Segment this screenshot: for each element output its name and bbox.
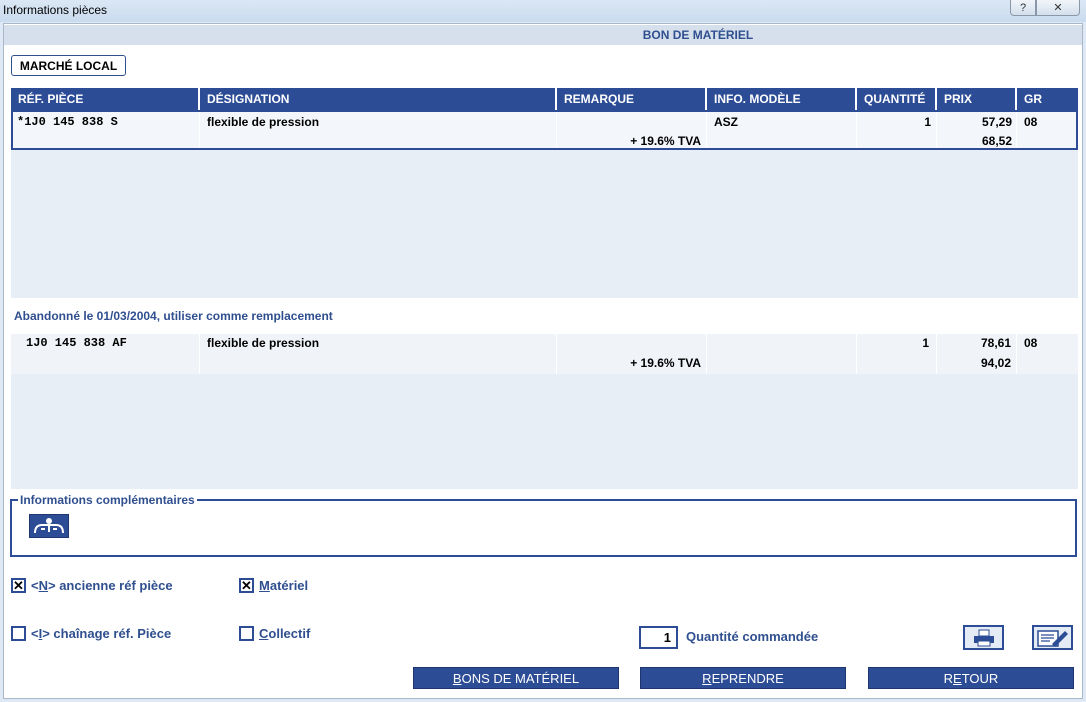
col-header-remarque[interactable]: REMARQUE	[557, 88, 707, 110]
prix-text: 78,61	[980, 336, 1011, 350]
quantity-label: Quantité commandée	[686, 629, 819, 644]
parts-list: *1J0 145 838 S flexible de pression + 19…	[11, 110, 1078, 298]
cell-remarque: + 19.6% TVA	[557, 112, 707, 148]
close-button[interactable]: ✕	[1036, 0, 1080, 16]
cell-ref: 1J0 145 838 AF	[11, 334, 200, 374]
collectif-box[interactable]	[239, 626, 254, 641]
reprendre-button[interactable]: R EPRENDRE	[640, 667, 846, 689]
collectif-checkbox[interactable]: Collectif	[239, 626, 310, 641]
grid-header: RÉF. PIÈCE DÉSIGNATION REMARQUE INFO. MO…	[11, 88, 1078, 110]
cell-prix: 78,61 94,02	[937, 334, 1017, 374]
tab-marche-local[interactable]: MARCHÉ LOCAL	[11, 55, 126, 76]
printer-icon[interactable]	[963, 625, 1004, 650]
cell-gr: 08	[1017, 334, 1078, 374]
designation-text: flexible de pression	[207, 115, 320, 129]
col-header-gr[interactable]: GR	[1017, 88, 1078, 110]
ref-text: 1J0 145 838 AF	[26, 336, 127, 350]
window-title: Informations pièces	[3, 3, 108, 17]
retour-button[interactable]: R E TOUR	[868, 667, 1074, 689]
cell-remarque: + 19.6% TVA	[557, 334, 707, 374]
designation-text: flexible de pression	[207, 336, 320, 350]
ancienne-ref-label: <N> ancienne réf pièce	[31, 578, 173, 593]
col-header-info-modele[interactable]: INFO. MODÈLE	[707, 88, 857, 110]
info-modele-text: ASZ	[714, 115, 738, 129]
window-titlebar: Informations pièces ? ✕	[0, 0, 1086, 22]
chainage-box[interactable]	[11, 626, 26, 641]
collectif-label: Collectif	[259, 626, 311, 641]
prix-ttc-text: 94,02	[980, 356, 1011, 370]
replacement-list: 1J0 145 838 AF flexible de pression + 19…	[11, 334, 1078, 489]
chainage-checkbox[interactable]: <I> chaînage réf. Pièce	[11, 626, 171, 641]
quantite-text: 1	[922, 336, 929, 350]
info-complementaires-group: Informations complémentaires	[10, 493, 1077, 557]
prix-ttc-text: 68,52	[981, 134, 1012, 148]
cell-quantite: 1	[857, 334, 937, 374]
cell-prix: 57,29 68,52	[937, 112, 1017, 148]
cell-info-modele	[707, 334, 857, 374]
materiel-checkbox[interactable]: ✕ Matériel	[239, 578, 308, 593]
cell-designation: flexible de pression	[200, 334, 557, 374]
quantity-input[interactable]: 1	[639, 626, 678, 649]
prix-text: 57,29	[981, 115, 1012, 129]
bons-de-materiel-button[interactable]: B ONS DE MATÉRIEL	[413, 667, 619, 689]
cell-quantite: 1	[857, 112, 937, 148]
col-header-designation[interactable]: DÉSIGNATION	[200, 88, 557, 110]
page-title: BON DE MATÉRIEL	[4, 25, 1082, 45]
col-header-prix[interactable]: PRIX	[937, 88, 1017, 110]
cell-info-modele: ASZ	[707, 112, 857, 148]
ancienne-ref-box[interactable]: ✕	[11, 578, 26, 593]
chainage-label: <I> chaînage réf. Pièce	[31, 626, 172, 641]
table-row[interactable]: 1J0 145 838 AF flexible de pression + 19…	[11, 334, 1078, 374]
ref-text: *1J0 145 838 S	[17, 115, 118, 129]
col-header-ref[interactable]: RÉF. PIÈCE	[11, 88, 200, 110]
materiel-box[interactable]: ✕	[239, 578, 254, 593]
materiel-label: Matériel	[259, 578, 309, 593]
quantite-text: 1	[924, 115, 931, 129]
ancienne-ref-checkbox[interactable]: ✕ <N> ancienne réf pièce	[11, 578, 173, 593]
remarque-text: + 19.6% TVA	[630, 356, 701, 370]
abandon-notice: Abandonné le 01/03/2004, utiliser comme …	[14, 309, 333, 323]
gr-text: 08	[1024, 336, 1038, 350]
remarque-text: + 19.6% TVA	[630, 134, 701, 148]
dialog-body: BON DE MATÉRIEL MARCHÉ LOCAL RÉF. PIÈCE …	[3, 23, 1083, 699]
table-row[interactable]: *1J0 145 838 S flexible de pression + 19…	[11, 110, 1078, 150]
col-header-quantite[interactable]: QUANTITÉ	[857, 88, 937, 110]
cell-designation: flexible de pression	[200, 112, 557, 148]
gr-text: 08	[1024, 115, 1038, 129]
cell-gr: 08	[1017, 112, 1076, 148]
cell-ref: *1J0 145 838 S	[13, 112, 200, 148]
mechanic-icon[interactable]	[29, 514, 69, 538]
edit-notes-icon[interactable]	[1032, 625, 1073, 650]
help-button[interactable]: ?	[1010, 0, 1036, 16]
info-complementaires-legend: Informations complémentaires	[18, 493, 197, 507]
